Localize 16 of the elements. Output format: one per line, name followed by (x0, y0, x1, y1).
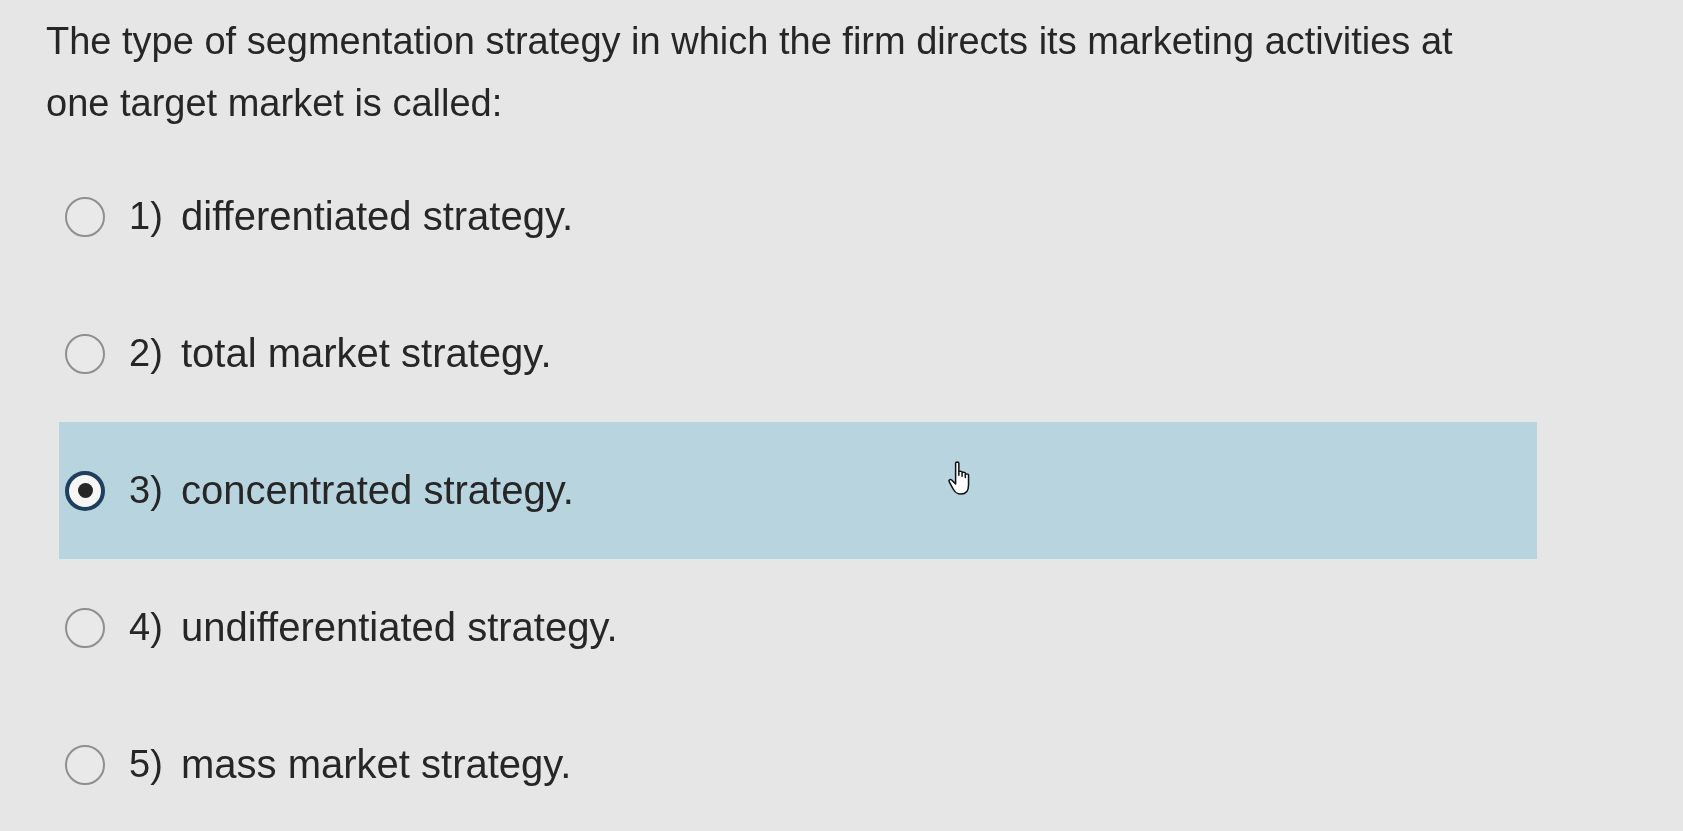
radio-button[interactable] (65, 607, 105, 648)
radio-button[interactable] (65, 470, 105, 511)
option-label[interactable]: undifferentiated strategy. (181, 605, 618, 650)
option-label[interactable]: mass market strategy. (181, 742, 572, 787)
option-number: 2) (129, 332, 164, 375)
radio-button[interactable] (65, 196, 105, 237)
radio-button[interactable] (65, 333, 105, 374)
question-text: The type of segmentation strategy in which the firm directs its marketing activities at one target market is called: (46, 19, 1454, 126)
option-number: 5) (129, 743, 164, 786)
option-number: 3) (129, 469, 164, 512)
option-label[interactable]: total market strategy. (181, 331, 552, 376)
option-number: 1) (129, 195, 164, 238)
option-label[interactable]: differentiated strategy. (181, 194, 574, 239)
radio-button[interactable] (65, 744, 105, 785)
option-number: 4) (129, 606, 164, 649)
option-label[interactable]: concentrated strategy. (181, 468, 574, 513)
